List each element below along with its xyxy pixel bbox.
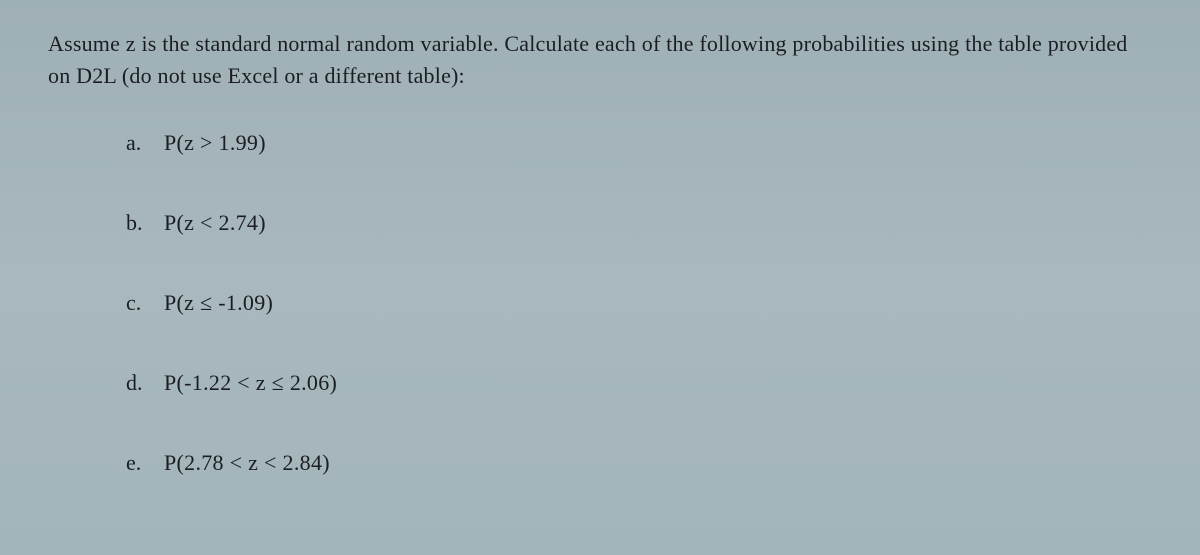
question-expression: P(z > 1.99) [164, 130, 266, 156]
question-label: a. [126, 130, 164, 156]
question-list: a. P(z > 1.99) b. P(z < 2.74) c. P(z ≤ -… [48, 130, 1152, 476]
question-label: d. [126, 370, 164, 396]
question-expression: P(2.78 < z < 2.84) [164, 450, 330, 476]
list-item: b. P(z < 2.74) [126, 210, 1152, 236]
question-expression: P(z < 2.74) [164, 210, 266, 236]
question-label: b. [126, 210, 164, 236]
question-expression: P(-1.22 < z ≤ 2.06) [164, 370, 337, 396]
list-item: c. P(z ≤ -1.09) [126, 290, 1152, 316]
list-item: d. P(-1.22 < z ≤ 2.06) [126, 370, 1152, 396]
question-label: e. [126, 450, 164, 476]
list-item: e. P(2.78 < z < 2.84) [126, 450, 1152, 476]
intro-paragraph: Assume z is the standard normal random v… [48, 28, 1152, 92]
list-item: a. P(z > 1.99) [126, 130, 1152, 156]
document-body: Assume z is the standard normal random v… [48, 28, 1152, 476]
question-expression: P(z ≤ -1.09) [164, 290, 273, 316]
question-label: c. [126, 290, 164, 316]
